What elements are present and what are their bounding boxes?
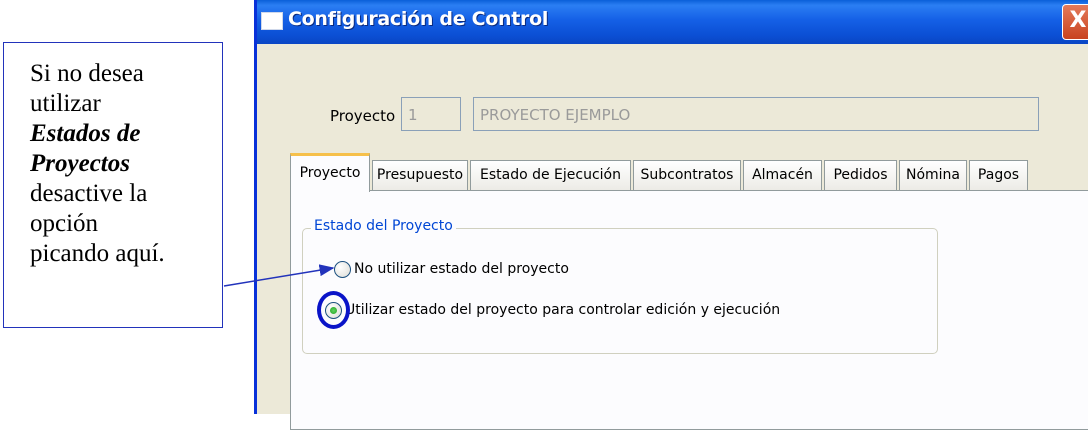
arrow-line bbox=[223, 264, 335, 287]
annotation-arrow bbox=[223, 264, 335, 287]
